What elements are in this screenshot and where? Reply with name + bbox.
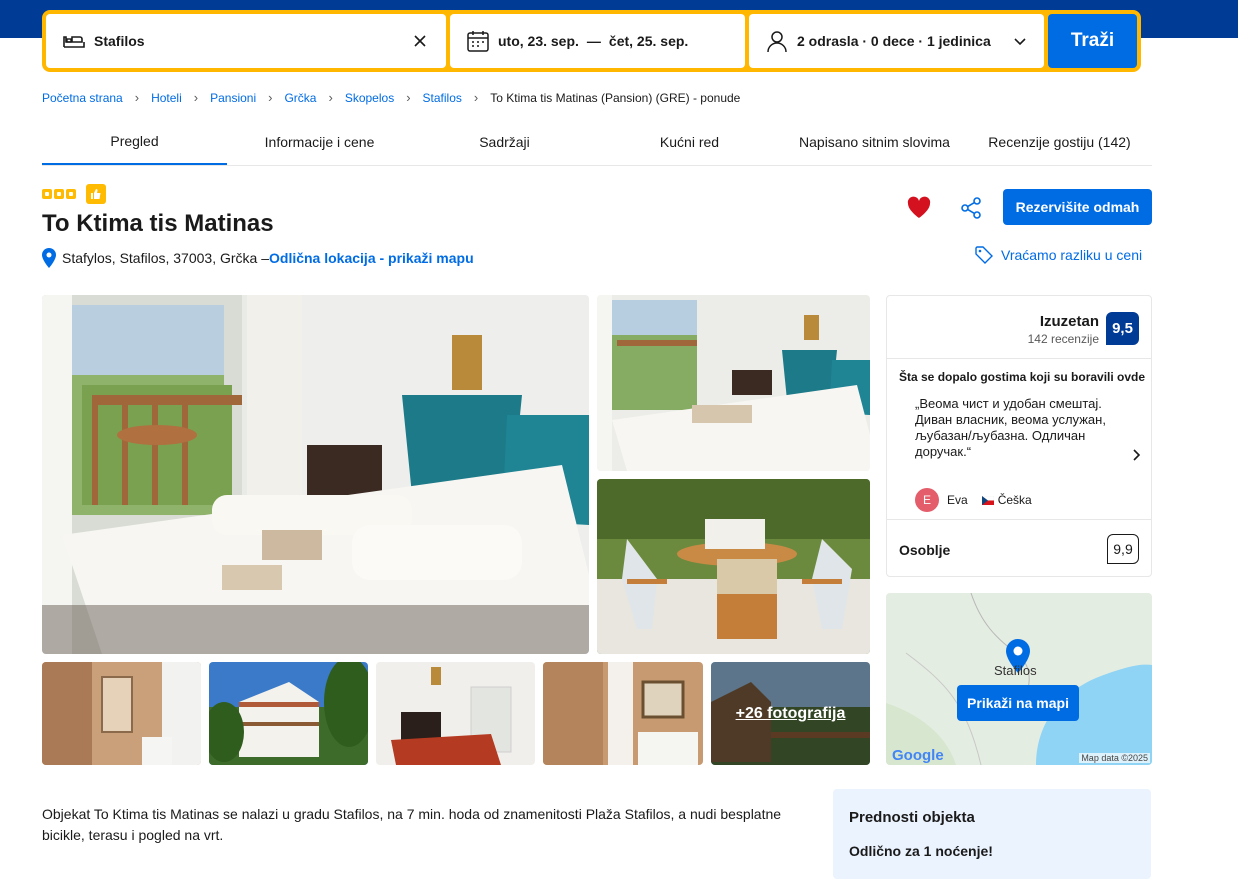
highlights-title: Prednosti objekta xyxy=(849,809,975,826)
tab-overview[interactable]: Pregled xyxy=(42,118,227,165)
tab-house-rules[interactable]: Kućni red xyxy=(597,118,782,165)
tab-facilities[interactable]: Sadržaji xyxy=(412,118,597,165)
property-highlights-panel: Prednosti objekta Odlično za 1 noćenje! xyxy=(833,789,1151,879)
price-match-label: Vraćamo razliku u ceni xyxy=(1001,247,1143,263)
review-score-word: Izuzetan xyxy=(1039,313,1099,330)
chevron-down-icon xyxy=(1014,38,1026,46)
breadcrumb-city[interactable]: Stafilos xyxy=(423,91,462,105)
chevron-right-icon: › xyxy=(193,90,199,105)
tab-fine-print[interactable]: Napisano sitnim slovima xyxy=(782,118,967,165)
breadcrumb-guesthouses[interactable]: Pansioni xyxy=(210,91,256,105)
review-summary-card: Izuzetan 142 recenzije 9,5 Šta se dopalo… xyxy=(886,295,1152,577)
destination-value: Stafilos xyxy=(94,33,145,49)
avatar: E xyxy=(915,488,939,512)
czech-flag-icon xyxy=(981,495,994,505)
breadcrumb-hotels[interactable]: Hoteli xyxy=(151,91,182,105)
price-match-link[interactable]: Vraćamo razliku u ceni xyxy=(975,246,1142,264)
property-title: To Ktima tis Matinas xyxy=(42,210,274,237)
main-photo[interactable] xyxy=(42,295,589,654)
destination-field[interactable]: Stafilos xyxy=(46,14,446,68)
breadcrumb: Početna strana › Hoteli › Pansioni › Grčka ›… xyxy=(42,90,740,105)
review-score-header[interactable]: Izuzetan 142 recenzije 9,5 xyxy=(887,296,1151,359)
chevron-right-icon: › xyxy=(134,90,140,105)
tab-info-prices[interactable]: Informacije i cene xyxy=(227,118,412,165)
check-out-date: čet, 25. sep. xyxy=(608,33,689,49)
review-score-badge: 9,5 xyxy=(1106,312,1139,345)
breadcrumb-country[interactable]: Grčka xyxy=(284,91,316,105)
gallery-photo[interactable] xyxy=(597,479,870,654)
star-icon xyxy=(66,189,76,199)
gallery-thumbnail[interactable] xyxy=(543,662,703,765)
review-quote: „Веома чист и удобан смештај. Диван влас… xyxy=(915,396,1106,459)
person-icon xyxy=(767,31,787,53)
heart-icon[interactable] xyxy=(906,195,932,221)
review-count: 142 recenzije xyxy=(1027,332,1099,346)
chevron-right-icon: › xyxy=(406,90,411,105)
map-place-label: Stafilos xyxy=(994,663,1037,678)
chevron-right-icon[interactable] xyxy=(1129,448,1143,462)
map-image xyxy=(886,593,1152,765)
star-rating xyxy=(42,184,106,204)
date-field[interactable]: uto, 23. sep. — čet, 25. sep. xyxy=(450,14,745,68)
search-bar: Stafilos uto, 23. sep. — čet, 25. sep. 2… xyxy=(42,10,1141,72)
property-description: Objekat To Ktima tis Matinas se nalazi u… xyxy=(42,806,782,843)
reviewer-name: Eva xyxy=(947,493,968,507)
show-map-link[interactable]: Odlična lokacija - prikaži mapu xyxy=(269,250,474,266)
reserve-now-button[interactable]: Rezervišite odmah xyxy=(1003,189,1152,225)
highlights-subtitle: Odlično za 1 noćenje! xyxy=(849,843,993,859)
map-attribution: Map data ©2025 xyxy=(1079,753,1150,763)
star-icon xyxy=(54,189,64,199)
guests-field[interactable]: 2 odrasla · 0 dece · 1 jedinica xyxy=(749,14,1044,68)
reviewer-country: Češka xyxy=(997,493,1032,507)
clear-icon[interactable] xyxy=(410,31,430,51)
staff-score: 9,9 xyxy=(1107,534,1139,564)
gallery-photo[interactable] xyxy=(597,295,870,471)
date-separator: — xyxy=(586,33,601,49)
calendar-icon xyxy=(467,31,489,52)
breadcrumb-home[interactable]: Početna strana xyxy=(42,91,123,105)
location-pin-icon xyxy=(42,248,56,268)
reviewer: E Eva Češka xyxy=(915,488,1032,512)
chevron-right-icon: › xyxy=(268,90,273,105)
property-tabs: Pregled Informacije i cene Sadržaji Kućn… xyxy=(42,118,1152,166)
chevron-right-icon: › xyxy=(473,90,479,105)
share-icon[interactable] xyxy=(958,195,984,221)
gallery-thumbnail[interactable] xyxy=(42,662,201,765)
more-photos-label: +26 fotografija xyxy=(711,662,870,765)
chevron-right-icon: › xyxy=(328,90,333,105)
address-text: Stafylos, Stafilos, 37003, Grčka – xyxy=(62,250,269,266)
show-on-map-button[interactable]: Prikaži na mapi xyxy=(957,685,1079,721)
map-preview[interactable]: Stafilos Prikaži na mapi Google Map data… xyxy=(886,593,1152,765)
search-button[interactable]: Traži xyxy=(1048,14,1137,68)
gallery-thumbnail[interactable] xyxy=(209,662,368,765)
guests-value: 2 odrasla · 0 dece · 1 jedinica xyxy=(797,33,991,49)
thumbs-up-icon[interactable] xyxy=(86,184,106,204)
tag-icon xyxy=(975,246,993,264)
tab-reviews[interactable]: Recenzije gostiju (142) xyxy=(967,118,1152,165)
google-logo: Google xyxy=(892,747,944,764)
guests-liked-title: Šta se dopalo gostima koji su boravili o… xyxy=(899,370,1146,384)
bed-icon xyxy=(63,36,85,48)
star-icon xyxy=(42,189,52,199)
property-address: Stafylos, Stafilos, 37003, Grčka – Odlič… xyxy=(42,248,474,268)
breadcrumb-region[interactable]: Skopelos xyxy=(345,91,394,105)
more-photos-tile[interactable]: +26 fotografija xyxy=(711,662,870,765)
breadcrumb-current: To Ktima tis Matinas (Pansion) (GRE) - p… xyxy=(490,90,741,105)
gallery-thumbnail[interactable] xyxy=(376,662,535,765)
staff-label: Osoblje xyxy=(899,542,951,558)
check-in-date: uto, 23. sep. xyxy=(498,33,579,49)
staff-rating-row: Osoblje 9,9 xyxy=(887,519,1151,577)
